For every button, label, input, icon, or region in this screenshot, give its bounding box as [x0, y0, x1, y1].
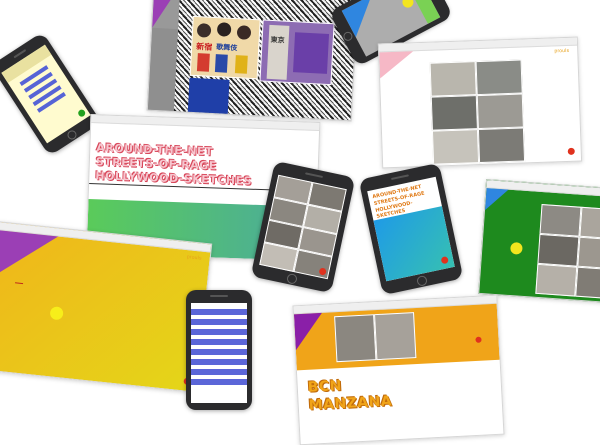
gallery-tile[interactable] [537, 233, 580, 267]
corner-triangle-icon[interactable] [485, 188, 509, 212]
browser-toolbar [378, 37, 578, 53]
poster-text: 新宿 [195, 42, 213, 52]
phone-mockup-stripes [0, 31, 102, 157]
gallery-tile[interactable] [477, 127, 526, 164]
site-logo: prouls [554, 47, 570, 55]
photo-building: 東京 [259, 19, 335, 86]
menu-stripe [191, 349, 247, 355]
gallery-tile[interactable] [334, 314, 377, 363]
gallery-tile[interactable] [476, 93, 524, 130]
gallery-tile[interactable] [431, 129, 480, 165]
status-dot-icon[interactable] [76, 108, 87, 118]
photo-people: 新宿 歌舞伎 [189, 15, 261, 80]
gallery-tile[interactable] [539, 204, 582, 237]
phone-mockup-headline: AROUND-THE-NET STREETS-OF-RAGE HOLLYWOOD… [358, 162, 464, 296]
menu-stripe [191, 369, 247, 375]
phone-screen [1, 44, 91, 144]
browser-mockup-poster: 新宿 歌舞伎 東京 [146, 0, 359, 122]
phone-speaker [305, 172, 324, 179]
browser-mockup-bcn: BCN MANZANA [292, 294, 505, 445]
site-logo: prouls [186, 254, 202, 262]
menu-stripe [191, 329, 247, 335]
phone-mockup-menu [186, 290, 252, 410]
phone-speaker [210, 295, 228, 297]
phone-speaker [390, 174, 409, 181]
gradient-panel [373, 206, 455, 282]
phone-screen [191, 303, 247, 403]
blue-block [187, 77, 230, 116]
corner-triangle-icon[interactable] [379, 51, 415, 79]
dash-mark [15, 282, 24, 285]
menu-stripe [191, 309, 247, 315]
gallery-tile[interactable] [475, 59, 523, 96]
home-button[interactable] [286, 272, 298, 285]
status-dot-icon[interactable] [400, 0, 416, 10]
gallery-tile[interactable] [535, 263, 578, 297]
gallery-tile[interactable] [430, 95, 478, 131]
corner-triangle-icon[interactable] [152, 0, 181, 30]
phone-screen [259, 174, 347, 280]
corner-triangle-icon[interactable] [0, 230, 59, 283]
headline-line: BCN [307, 377, 343, 396]
corner-triangle-icon[interactable] [293, 312, 324, 351]
headline-line: MANZANA [308, 393, 393, 414]
status-dot-icon[interactable] [49, 306, 64, 321]
home-button[interactable] [65, 128, 79, 142]
browser-mockup-yellow: prouls [0, 221, 213, 393]
browser-mockup-grid: prouls [377, 36, 583, 169]
browser-mockup-green [478, 179, 600, 304]
phone-screen: AROUND-THE-NET STREETS-OF-RAGE HOLLYWOOD… [367, 176, 455, 282]
gallery-tile[interactable] [577, 236, 600, 270]
menu-stripe [191, 379, 247, 385]
home-button[interactable] [416, 274, 428, 287]
side-gray-panel [147, 27, 179, 111]
gallery-tile[interactable] [575, 266, 600, 300]
menu-stripe [191, 339, 247, 345]
menu-stripe [191, 359, 247, 365]
status-dot-icon[interactable] [567, 147, 575, 155]
status-dot-icon[interactable] [510, 241, 523, 255]
gallery-tile[interactable] [374, 312, 417, 361]
poster-text: 歌舞伎 [215, 43, 238, 53]
gallery-tile[interactable] [579, 206, 600, 240]
menu-stripe [191, 319, 247, 325]
poster-text: 東京 [270, 35, 285, 45]
gallery-tile[interactable] [429, 61, 477, 97]
